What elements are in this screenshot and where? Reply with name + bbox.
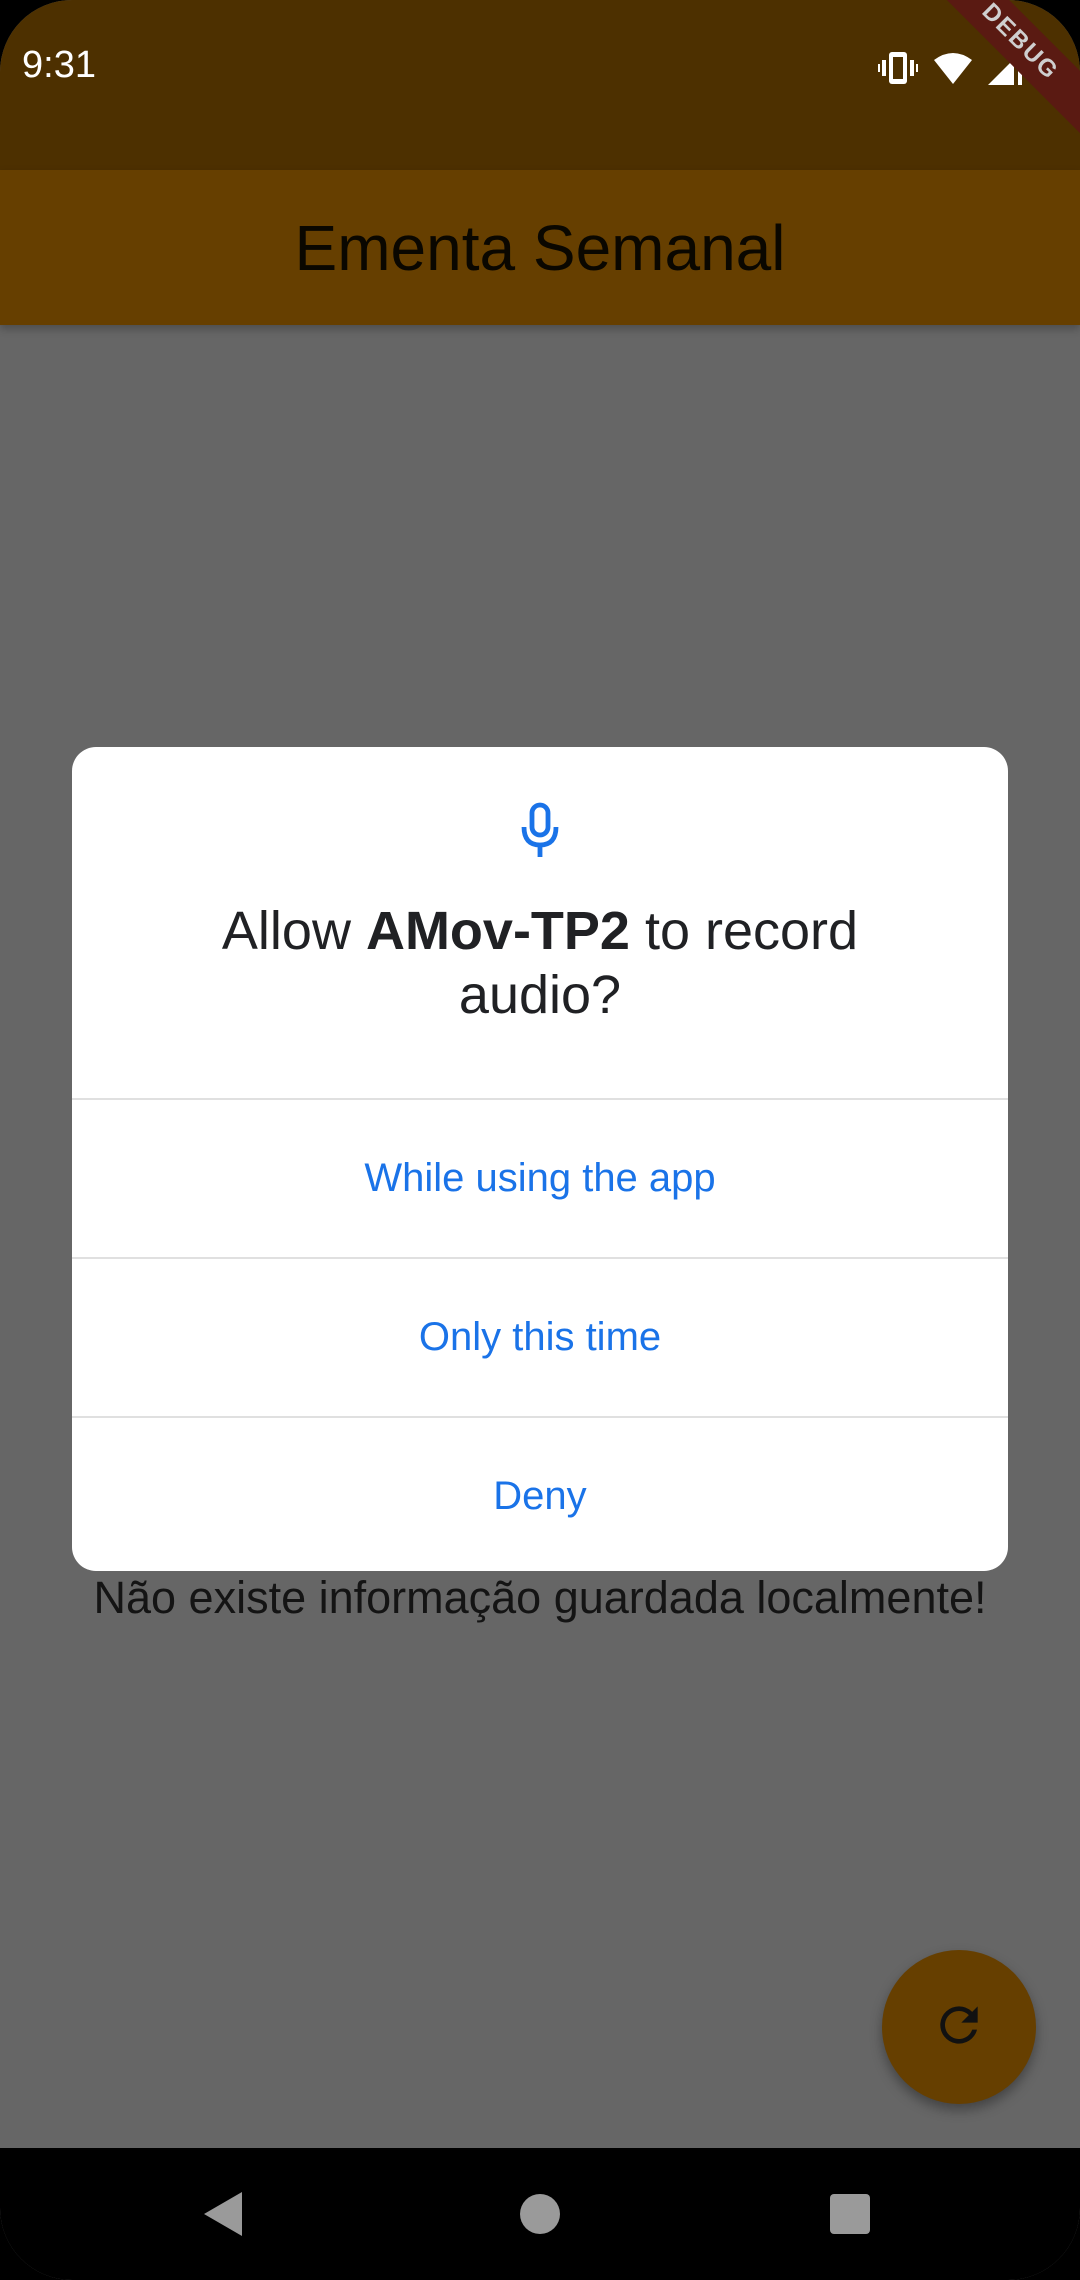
- vibrate-icon: [878, 50, 918, 86]
- only-this-time-button[interactable]: Only this time: [72, 1259, 1008, 1418]
- dialog-message-prefix: Allow: [221, 901, 366, 961]
- dialog-message: Allow AMov-TP2 to record audio?: [162, 899, 918, 1027]
- dialog-header: Allow AMov-TP2 to record audio?: [72, 747, 1008, 1100]
- recents-icon[interactable]: [830, 2194, 870, 2234]
- phone-screen: 9:31 DEBUG Ementa Semanal Não existe inf…: [0, 0, 1080, 2280]
- app-bar: Ementa Semanal: [0, 170, 1080, 325]
- dialog-app-name: AMov-TP2: [365, 901, 630, 961]
- status-time: 9:31: [22, 44, 96, 86]
- navigation-bar: [0, 2148, 1080, 2280]
- while-using-app-button[interactable]: While using the app: [72, 1100, 1008, 1259]
- deny-button[interactable]: Deny: [72, 1418, 1008, 1571]
- empty-state-message: Não existe informação guardada localment…: [93, 1572, 987, 1623]
- home-icon[interactable]: [520, 2194, 560, 2234]
- app-title: Ementa Semanal: [294, 211, 786, 284]
- permission-dialog: Allow AMov-TP2 to record audio? While us…: [72, 747, 1008, 1571]
- status-bar: 9:31 DEBUG: [0, 0, 1080, 170]
- microphone-icon: [72, 801, 1008, 861]
- back-icon[interactable]: [204, 2192, 244, 2241]
- refresh-icon: [931, 1997, 987, 2058]
- wifi-icon: [934, 52, 972, 84]
- refresh-button[interactable]: [882, 1950, 1036, 2104]
